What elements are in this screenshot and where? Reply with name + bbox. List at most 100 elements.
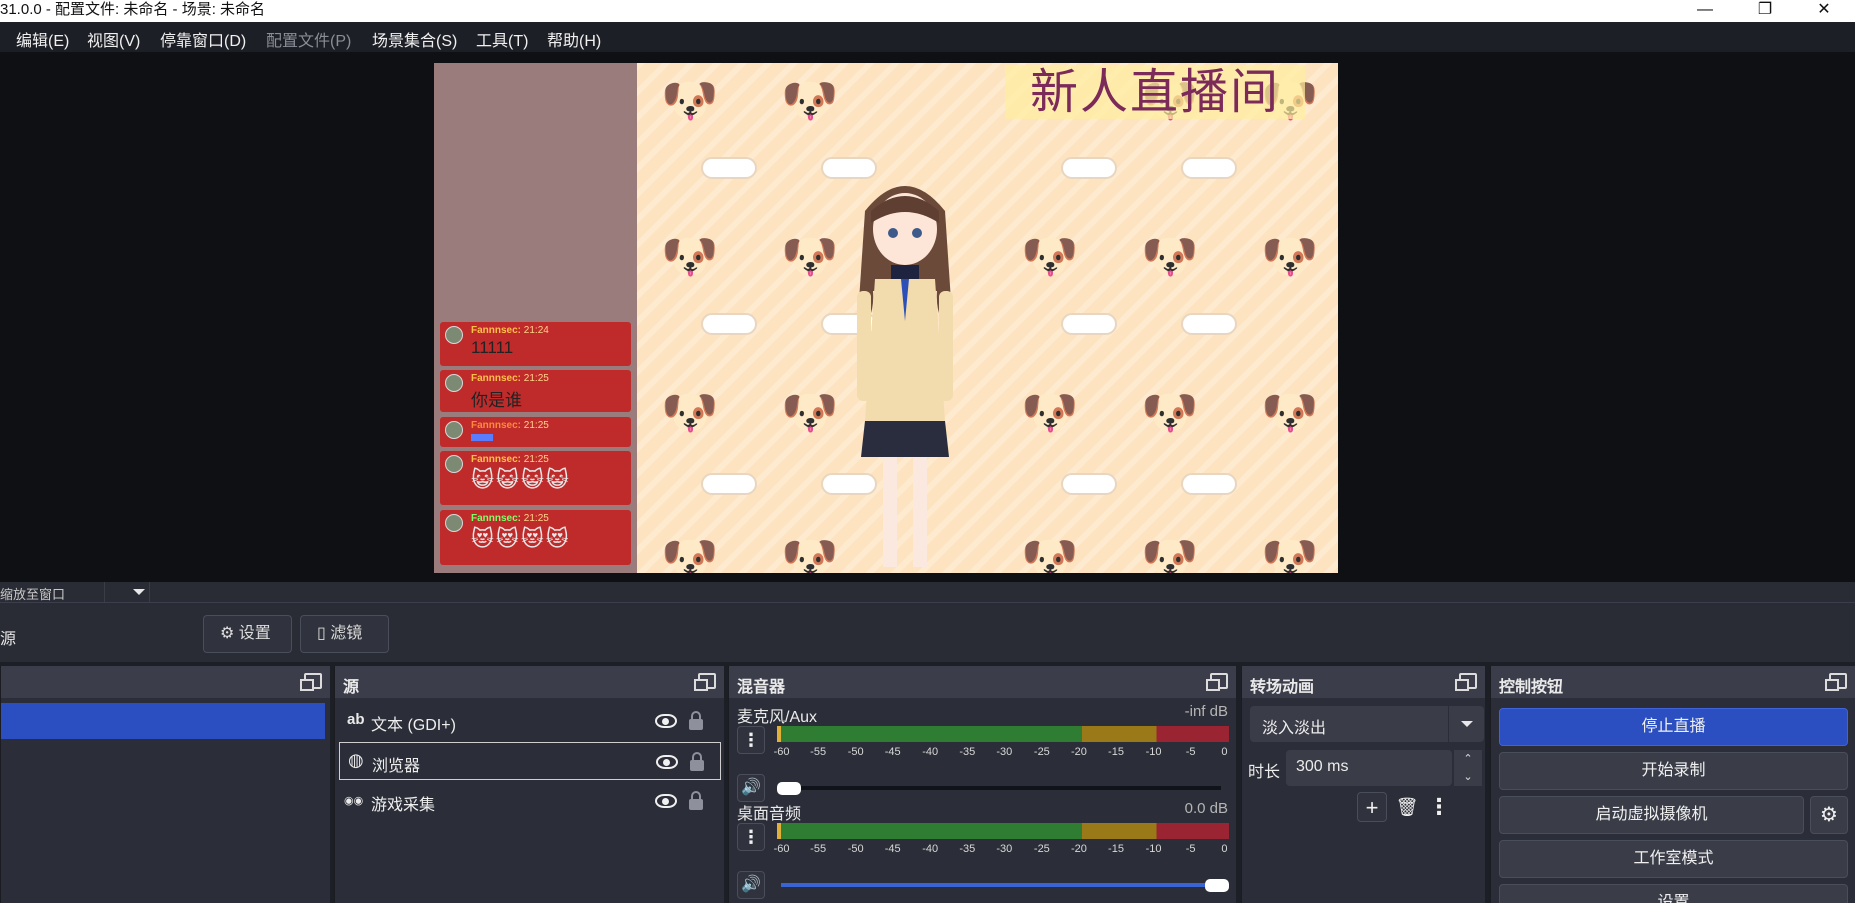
menu-help[interactable]: 帮助(H) [547,27,601,51]
bone-icon [701,313,757,335]
shiba-icon: 🐶 [781,386,839,438]
chat-emoji: 😺😺😺😺 [471,467,571,492]
meter-tick-label: -50 [847,843,864,855]
menu-bar: 编辑(E) 视图(V) 停靠窗口(D) 配置文件(P) 场景集合(S) 工具(T… [0,22,1855,52]
chat-user: Fannnsec: [471,513,522,524]
meter-tick-label: 0 [1221,843,1228,855]
mixer-menu-button[interactable]: ⋮ [737,726,765,754]
mixer-panel-title: 混音器 [737,679,786,696]
undock-icon[interactable] [1455,673,1477,691]
undock-icon[interactable] [300,673,322,691]
undock-icon[interactable] [1206,673,1228,691]
volume-slider-track[interactable] [781,883,1221,887]
source-item-text[interactable]: ab 文本 (GDI+) [339,702,721,740]
close-button[interactable]: ✕ [1801,0,1847,22]
source-name: 浏览器 [372,758,421,775]
chat-time: 21:25 [523,513,549,524]
duration-value: 300 ms [1296,758,1349,775]
meter-tick-label: -50 [847,746,864,758]
menu-edit[interactable]: 编辑(E) [16,27,69,51]
source-item-game-capture[interactable]: ◉◉ 游戏采集 [339,782,721,820]
bone-icon [701,473,757,495]
eye-icon[interactable] [655,714,677,728]
meter-tick-label: -55 [810,746,827,758]
window-title: 31.0.0 - 配置文件: 未命名 - 场景: 未命名 [0,1,266,18]
settings-button[interactable]: 设置 [1499,884,1848,903]
chat-user: Fannnsec: [471,454,522,465]
source-settings-button[interactable]: ⚙ 设置 [203,615,292,653]
chat-emoji: 😻😻😻😻 [471,526,571,551]
sources-panel-header: 源 [335,666,724,698]
meter-tick-label: -55 [810,843,827,855]
window-titlebar: 31.0.0 - 配置文件: 未命名 - 场景: 未命名 — ❐ ✕ [0,0,1855,22]
menu-tools[interactable]: 工具(T) [476,27,528,51]
avatar [445,455,463,473]
preview-canvas[interactable]: Fannnsec: 21:24 11111 Fannnsec: 21:25 你是… [434,63,1338,573]
meter-tick-label: -15 [1108,746,1124,758]
chat-overlay: Fannnsec: 21:24 11111 Fannnsec: 21:25 你是… [434,63,637,573]
mixer-menu-button[interactable]: ⋮ [737,823,765,851]
studio-mode-button[interactable]: 工作室模式 [1499,840,1848,878]
chat-message: Fannnsec: 21:25 😻😻😻😻 [440,510,631,565]
menu-view[interactable]: 视图(V) [87,27,140,51]
bone-icon [1181,473,1237,495]
duration-down-icon[interactable]: ⌄ [1454,768,1482,786]
chat-user: Fannnsec: [471,420,522,431]
virtual-camera-button[interactable]: 启动虚拟摄像机 [1499,796,1804,834]
lock-icon[interactable] [689,711,703,730]
menu-profile: 配置文件(P) [266,33,352,50]
stop-stream-button[interactable]: 停止直播 [1499,708,1848,746]
duration-field[interactable]: 300 ms [1286,750,1452,786]
menu-scene-collection[interactable]: 场景集合(S) [372,27,457,51]
trash-icon[interactable]: 🗑 [1392,792,1422,822]
chat-message: Fannnsec: 21:25 😺😺😺😺 [440,451,631,505]
background-pattern: 🐶 🐶 🐶 🐶 🐶 🐶 🐶 🐶 🐶 🐶 🐶 🐶 🐶 🐶 🐶 🐶 🐶 新人直播间 [637,63,1338,573]
source-filters-button[interactable]: ▯ 滤镜 [300,615,389,653]
shiba-icon: 🐶 [781,74,839,126]
sticker-image [471,434,493,441]
chevron-down-icon[interactable] [1448,706,1484,742]
source-name: 文本 (GDI+) [371,717,456,734]
shiba-icon: 🐶 [1141,532,1199,573]
shiba-icon: 🐶 [1261,386,1319,438]
minimize-button[interactable]: — [1682,0,1728,22]
undock-icon[interactable] [1825,673,1847,691]
avatar [445,514,463,532]
avatar [445,421,463,439]
duration-up-icon[interactable]: ⌃ [1454,750,1482,768]
menu-docks[interactable]: 停靠窗口(D) [160,27,246,51]
lock-icon[interactable] [689,791,703,810]
preview-area[interactable]: Fannnsec: 21:24 11111 Fannnsec: 21:25 你是… [0,52,1855,582]
volume-slider-handle[interactable] [777,782,801,795]
scale-mode-dropdown[interactable] [104,582,150,602]
undock-icon[interactable] [694,673,716,691]
avatar [445,326,463,344]
eye-icon[interactable] [656,755,678,769]
bone-icon [1181,313,1237,335]
shiba-icon: 🐶 [1021,230,1079,282]
speaker-icon[interactable]: 🔊 [737,871,765,899]
scene-item-selected[interactable] [1,703,325,739]
start-recording-button[interactable]: 开始录制 [1499,752,1848,790]
gear-icon[interactable]: ⚙ [1810,796,1848,834]
volume-slider-handle[interactable] [1205,879,1229,892]
add-transition-button[interactable]: + [1357,792,1387,822]
lock-icon[interactable] [690,752,704,771]
more-options-icon[interactable]: ⋮ [1424,792,1454,822]
chat-time: 21:24 [523,325,549,336]
source-toolbar-label: 源 [0,631,17,648]
eye-icon[interactable] [655,794,677,808]
bone-icon [1061,313,1117,335]
speaker-icon[interactable]: 🔊 [737,774,765,802]
meter-tick-label: -35 [959,843,976,855]
mixer-channel-name: 桌面音频 [737,806,802,823]
volume-slider-track[interactable] [781,786,1221,790]
scenes-panel [0,666,330,903]
chat-time: 21:25 [523,373,549,384]
source-item-browser[interactable]: ◍ 浏览器 [339,742,721,780]
transitions-panel: 转场动画 淡入淡出 时长 300 ms ⌃ ⌄ + 🗑 ⋮ [1241,666,1485,903]
restore-button[interactable]: ❐ [1742,0,1788,22]
chat-text: 11111 [471,338,514,357]
transition-select[interactable]: 淡入淡出 [1250,706,1484,742]
meter-tick-label: -20 [1070,843,1087,855]
